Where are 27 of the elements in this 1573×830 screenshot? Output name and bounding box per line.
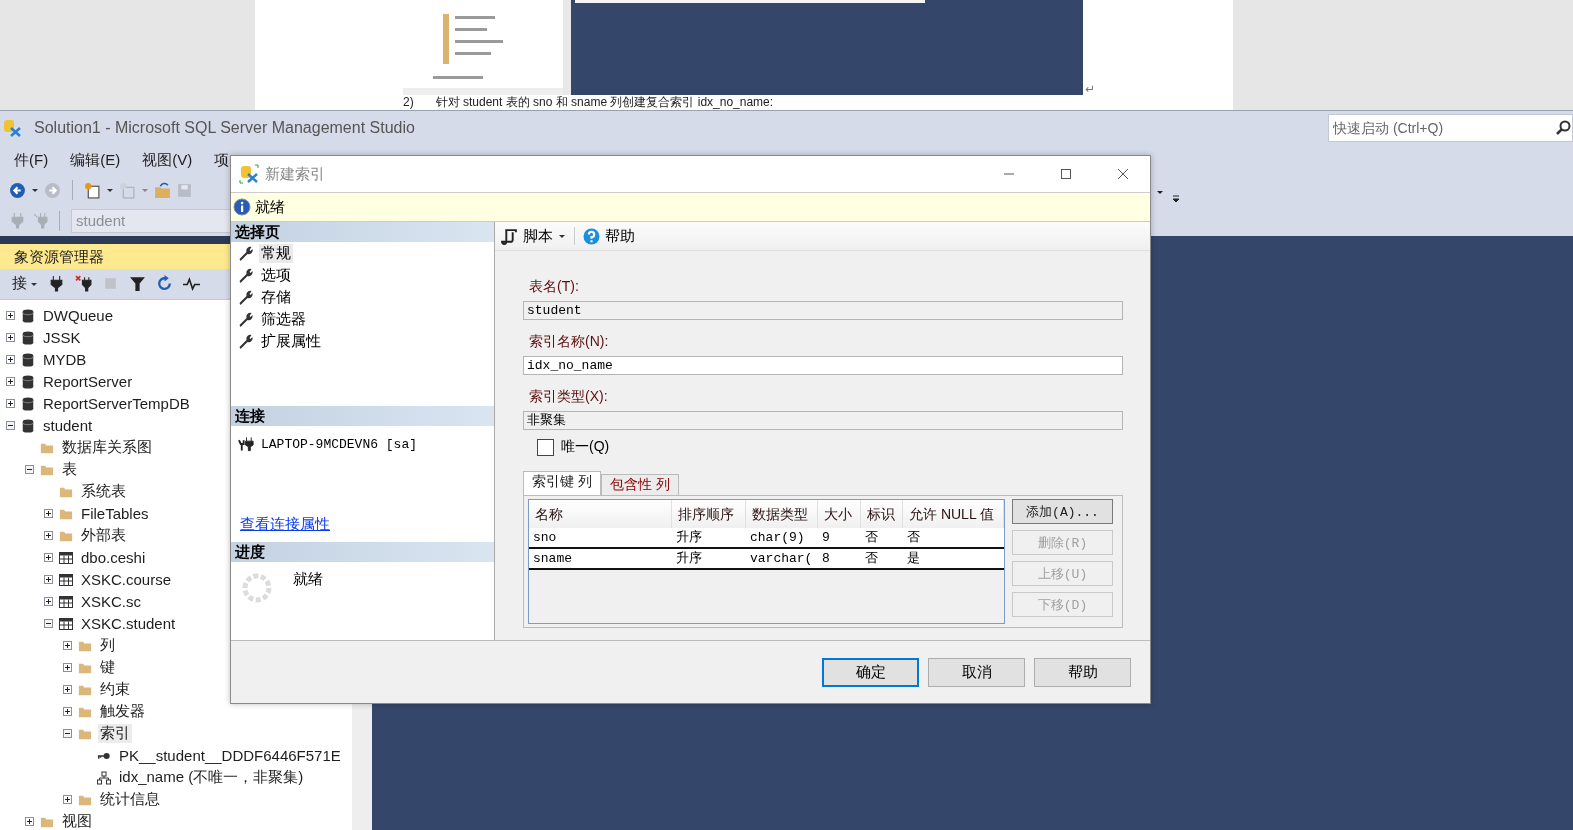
table-cell-text: sno <box>532 529 558 547</box>
section-header: 连接 <box>231 406 494 426</box>
table-cell-text: char(9) <box>749 529 806 547</box>
table-cell-text: 升序 <box>675 550 703 568</box>
checkbox-label: 唯一(Q) <box>561 438 610 456</box>
table-cell-text: varchar( <box>749 550 814 568</box>
server-name: LAPTOP-9MCDEVN6 [sa] <box>261 436 418 452</box>
table-cell-text: 8 <box>821 550 831 568</box>
field-label: 表名(T): <box>528 277 580 296</box>
dialog-title: 新建索引 <box>265 164 325 184</box>
table-cell-text: 升序 <box>675 529 703 547</box>
field-label: 索引名称(N): <box>528 332 610 351</box>
section-header: 选择页 <box>231 222 494 242</box>
table-cell-text: 否 <box>864 550 879 568</box>
table-cell-text: sname <box>532 550 573 568</box>
table-cell-text: 9 <box>821 529 831 547</box>
section-header: 进度 <box>231 542 494 562</box>
table-cell-text: 是 <box>906 550 921 568</box>
paragraph-mark: ↵ <box>1085 83 1096 95</box>
progress-status: 就绪 <box>293 570 323 589</box>
list-number: 2) <box>403 95 414 110</box>
table-cell-text: 否 <box>906 529 921 547</box>
window-title: Solution1 - Microsoft SQL Server Management Studio <box>34 119 415 137</box>
status-text: 就绪 <box>255 197 285 217</box>
table-cell-text: 否 <box>864 529 879 547</box>
document-text: 针对 student 表的 sno 和 sname 列创建复合索引 idx_no_name: <box>435 95 774 110</box>
field-label: 索引类型(X): <box>528 387 609 406</box>
